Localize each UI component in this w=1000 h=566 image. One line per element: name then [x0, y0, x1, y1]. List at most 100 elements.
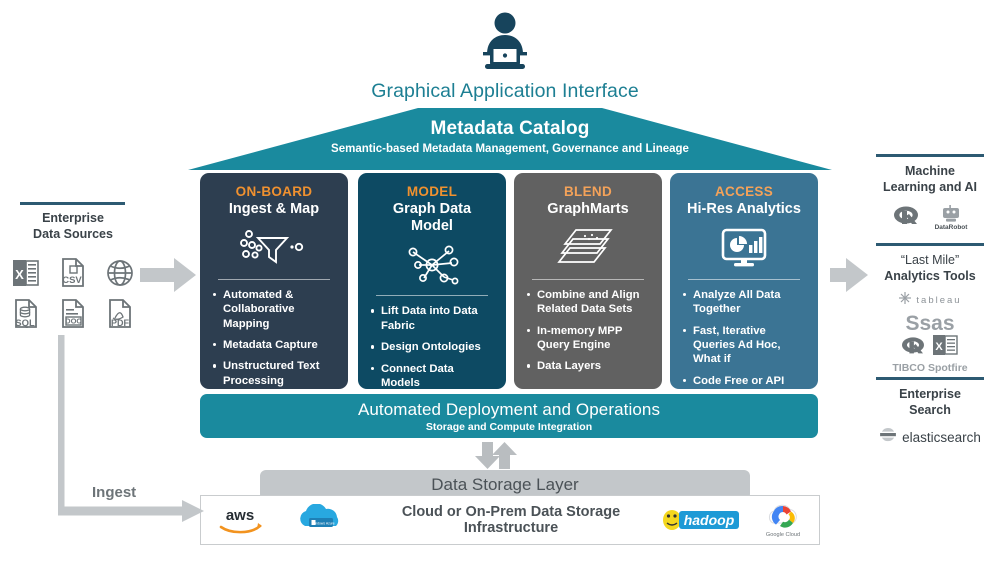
- svg-text:CSV: CSV: [62, 275, 82, 286]
- automated-deployment-bar[interactable]: Automated Deployment and Operations Stor…: [200, 394, 818, 438]
- right-arrow-icon-out: [830, 258, 868, 297]
- diagram-canvas: Graphical Application Interface Metadata…: [0, 0, 1000, 566]
- svg-text:SQL: SQL: [15, 318, 35, 329]
- divider: [532, 278, 644, 280]
- pillar-title: Ingest & Map: [228, 201, 320, 217]
- enterprise-data-sources-title: Enterprise Data Sources: [12, 210, 134, 243]
- ingest-label: Ingest: [92, 484, 137, 501]
- svg-text:X: X: [935, 341, 943, 353]
- svg-text:aws: aws: [226, 507, 254, 524]
- list-item: Lift Data into Data Fabric: [370, 304, 494, 333]
- doc-file-icon: DOC: [59, 299, 87, 334]
- excel-logo: X: [933, 335, 959, 360]
- title-line-2: Analytics Tools: [884, 268, 976, 283]
- right-arrow-icon-in: [140, 258, 196, 297]
- pillar-title: Hi-Res Analytics: [687, 201, 801, 217]
- pillar-model[interactable]: MODEL Graph Data Model Lift Data into Da…: [358, 173, 506, 389]
- pillar-kicker: ACCESS: [714, 184, 774, 199]
- layers-icon: [526, 223, 650, 275]
- bidirectional-arrows-icon: [458, 442, 528, 470]
- list-item: Data Layers: [526, 359, 650, 373]
- list-item: In-memory MPP Query Engine: [526, 324, 650, 353]
- datarobot-label: DataRobot: [934, 223, 968, 231]
- infrastructure-box: aws Windows Azure Cloud or On-Prem Data …: [200, 495, 820, 545]
- sql-database-icon: SQL: [12, 299, 40, 334]
- hadoop-logo: hadoop: [655, 507, 747, 533]
- divider: [876, 243, 984, 246]
- graphical-application-interface-block: Graphical Application Interface: [355, 12, 655, 103]
- list-item: Connect Data Models: [370, 362, 494, 391]
- pillar-feature-list: Lift Data into Data Fabric Design Ontolo…: [370, 304, 494, 390]
- title-line-1: Enterprise: [899, 386, 961, 401]
- title-line-2: Data Sources: [33, 227, 113, 242]
- title-line-1: “Last Mile”: [900, 252, 960, 267]
- divider: [376, 295, 488, 297]
- tibco-spotfire-label: TIBCO Spotfire: [892, 362, 968, 374]
- ingest-arrow-path: [55, 335, 208, 535]
- pillar-feature-list: Analyze All Data Together Fast, Iterativ…: [682, 288, 806, 389]
- pillar-title: Graph Data Model: [392, 201, 472, 234]
- r-logo: [901, 335, 927, 360]
- pillar-kicker: MODEL: [406, 184, 458, 199]
- tableau-logo: [898, 291, 912, 310]
- metadata-catalog-subtitle: Semantic-based Metadata Management, Gove…: [331, 143, 689, 155]
- list-item: Design Ontologies: [370, 340, 494, 354]
- windows-azure-logo: Windows Azure: [279, 504, 367, 536]
- source-icons-group: X CSV SQL DOC PDF: [12, 258, 134, 340]
- section-title: Machine Learning and AI: [866, 163, 994, 196]
- svg-text:hadoop: hadoop: [684, 512, 735, 528]
- title-line-2: Learning and AI: [883, 179, 977, 194]
- deployment-title: Automated Deployment and Operations: [357, 400, 661, 419]
- google-cloud-label: Google Cloud: [765, 531, 801, 538]
- monitor-chart-icon: [682, 223, 806, 275]
- svg-text:Windows Azure: Windows Azure: [311, 522, 334, 526]
- pdf-file-icon: PDF: [106, 299, 134, 334]
- r-logo: [893, 204, 921, 231]
- csv-file-icon: CSV: [59, 258, 87, 293]
- aws-logo: aws: [201, 503, 279, 537]
- pillar-feature-list: Combine and Align Related Data Sets In-m…: [526, 288, 650, 374]
- divider: [876, 154, 984, 157]
- graph-nodes-icon: [370, 239, 494, 291]
- left-divider: [20, 202, 125, 205]
- svg-text:DOC: DOC: [65, 317, 82, 326]
- tableau-label: tableau: [916, 295, 962, 306]
- svg-text:X: X: [15, 267, 24, 282]
- elasticsearch-icon: [879, 427, 897, 448]
- pillar-kicker: BLEND: [564, 184, 612, 199]
- person-at-laptop-icon: [355, 12, 655, 74]
- page-title: Graphical Application Interface: [371, 80, 639, 102]
- list-item: Fast, Iterative Queries Ad Hoc, What if: [682, 324, 806, 367]
- google-cloud-logo: Google Cloud: [747, 503, 819, 538]
- pillar-on-board[interactable]: ON-BOARD Ingest & Map Automated & Collab…: [200, 173, 348, 389]
- metadata-catalog-roof: Metadata Catalog Semantic-based Metadata…: [188, 108, 832, 170]
- section-title: “Last Mile” Analytics Tools: [866, 252, 994, 285]
- last-mile-analytics-section: “Last Mile” Analytics Tools tableau Ssas: [866, 243, 994, 374]
- title-line-1: Enterprise: [42, 211, 104, 225]
- deployment-subtitle: Storage and Compute Integration: [425, 421, 593, 433]
- list-item: Analyze All Data Together: [682, 288, 806, 317]
- pillar-kicker: ON-BOARD: [235, 184, 313, 199]
- enterprise-search-section: Enterprise Search elasticsearch: [866, 377, 994, 448]
- pillar-access[interactable]: ACCESS Hi-Res Analytics Analyze All Data…: [670, 173, 818, 389]
- pillar-title: GraphMarts: [547, 201, 629, 217]
- pillar-feature-list: Automated & Collaborative Mapping Metada…: [212, 288, 336, 389]
- divider: [688, 278, 800, 280]
- title-line-2: Search: [909, 402, 951, 417]
- svg-text:PDF: PDF: [111, 318, 130, 328]
- excel-x-icon: X: [12, 258, 40, 293]
- elasticsearch-label: elasticsearch: [902, 430, 981, 445]
- list-item: Combine and Align Related Data Sets: [526, 288, 650, 317]
- divider: [218, 278, 330, 280]
- pillar-blend[interactable]: BLEND GraphMarts Combine and Align Relat…: [514, 173, 662, 389]
- section-title: Enterprise Search: [866, 386, 994, 419]
- svg-text:Ssas: Ssas: [905, 312, 954, 334]
- globe-icon: [106, 258, 134, 293]
- infrastructure-label: Cloud or On-Prem Data Storage Infrastruc…: [401, 504, 621, 536]
- metadata-catalog-title: Metadata Catalog: [430, 118, 590, 139]
- list-item: Metadata Capture: [212, 338, 336, 352]
- title-line-1: Machine: [904, 163, 955, 178]
- datarobot-logo: DataRobot: [934, 204, 968, 231]
- list-item: Code Free or API: [682, 374, 806, 388]
- divider: [876, 377, 984, 380]
